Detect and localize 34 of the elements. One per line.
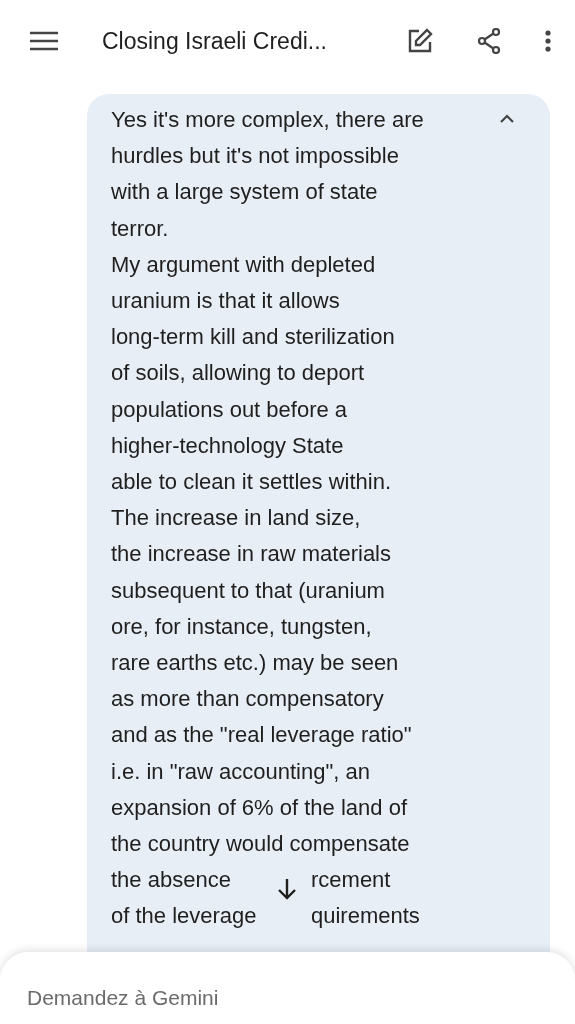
message-line: and as the "real leverage ratio" — [111, 721, 412, 750]
message-line: with a large system of state — [111, 178, 378, 207]
chevron-icon — [500, 114, 514, 123]
message-line: long-term kill and sterilization — [111, 323, 395, 352]
more-icon — [545, 30, 551, 52]
chat-title: Closing Israeli Credi... — [102, 27, 328, 55]
message-line: the country would compensate — [111, 830, 410, 859]
message-line: ore, for instance, tungsten, — [111, 612, 372, 641]
message-line: the absence — [111, 866, 231, 895]
message-line: populations out before a — [111, 395, 348, 424]
message-line: able to clean it settles within. — [111, 468, 392, 497]
message-line: as more than compensatory — [111, 685, 384, 714]
message-line: expansion of 6% of the land of — [111, 793, 407, 822]
message-line: My argument with depleted — [111, 250, 376, 279]
collapse-button[interactable] — [498, 112, 516, 125]
message-line: subsequent to that (uranium — [111, 576, 385, 605]
share-icon — [477, 28, 501, 54]
edit-icon — [407, 28, 433, 54]
message-line: terror. — [111, 214, 169, 243]
message-line: rcement — [311, 866, 391, 895]
message-line: hurdles but it's not impossible — [111, 142, 399, 171]
message-line: rare earths etc.) may be seen — [111, 649, 399, 678]
arrow-down-icon — [277, 878, 297, 900]
message-line: of soils, allowing to deport — [111, 359, 365, 388]
message-line: uranium is that it allows — [111, 287, 340, 315]
menu-icon — [30, 31, 58, 51]
message-line: quirements — [311, 902, 420, 931]
message-line: i.e. in "raw accounting", an — [111, 757, 370, 786]
message-line: the increase in raw materials — [111, 540, 391, 569]
prompt-field[interactable]: Demandez à Gemini — [27, 986, 427, 1010]
message-line: The increase in land size, — [111, 504, 361, 533]
message-line: higher-technology State — [111, 431, 344, 460]
message-line: Yes it's more complex, there are — [111, 106, 424, 134]
message-line: of the leverage — [111, 902, 257, 931]
